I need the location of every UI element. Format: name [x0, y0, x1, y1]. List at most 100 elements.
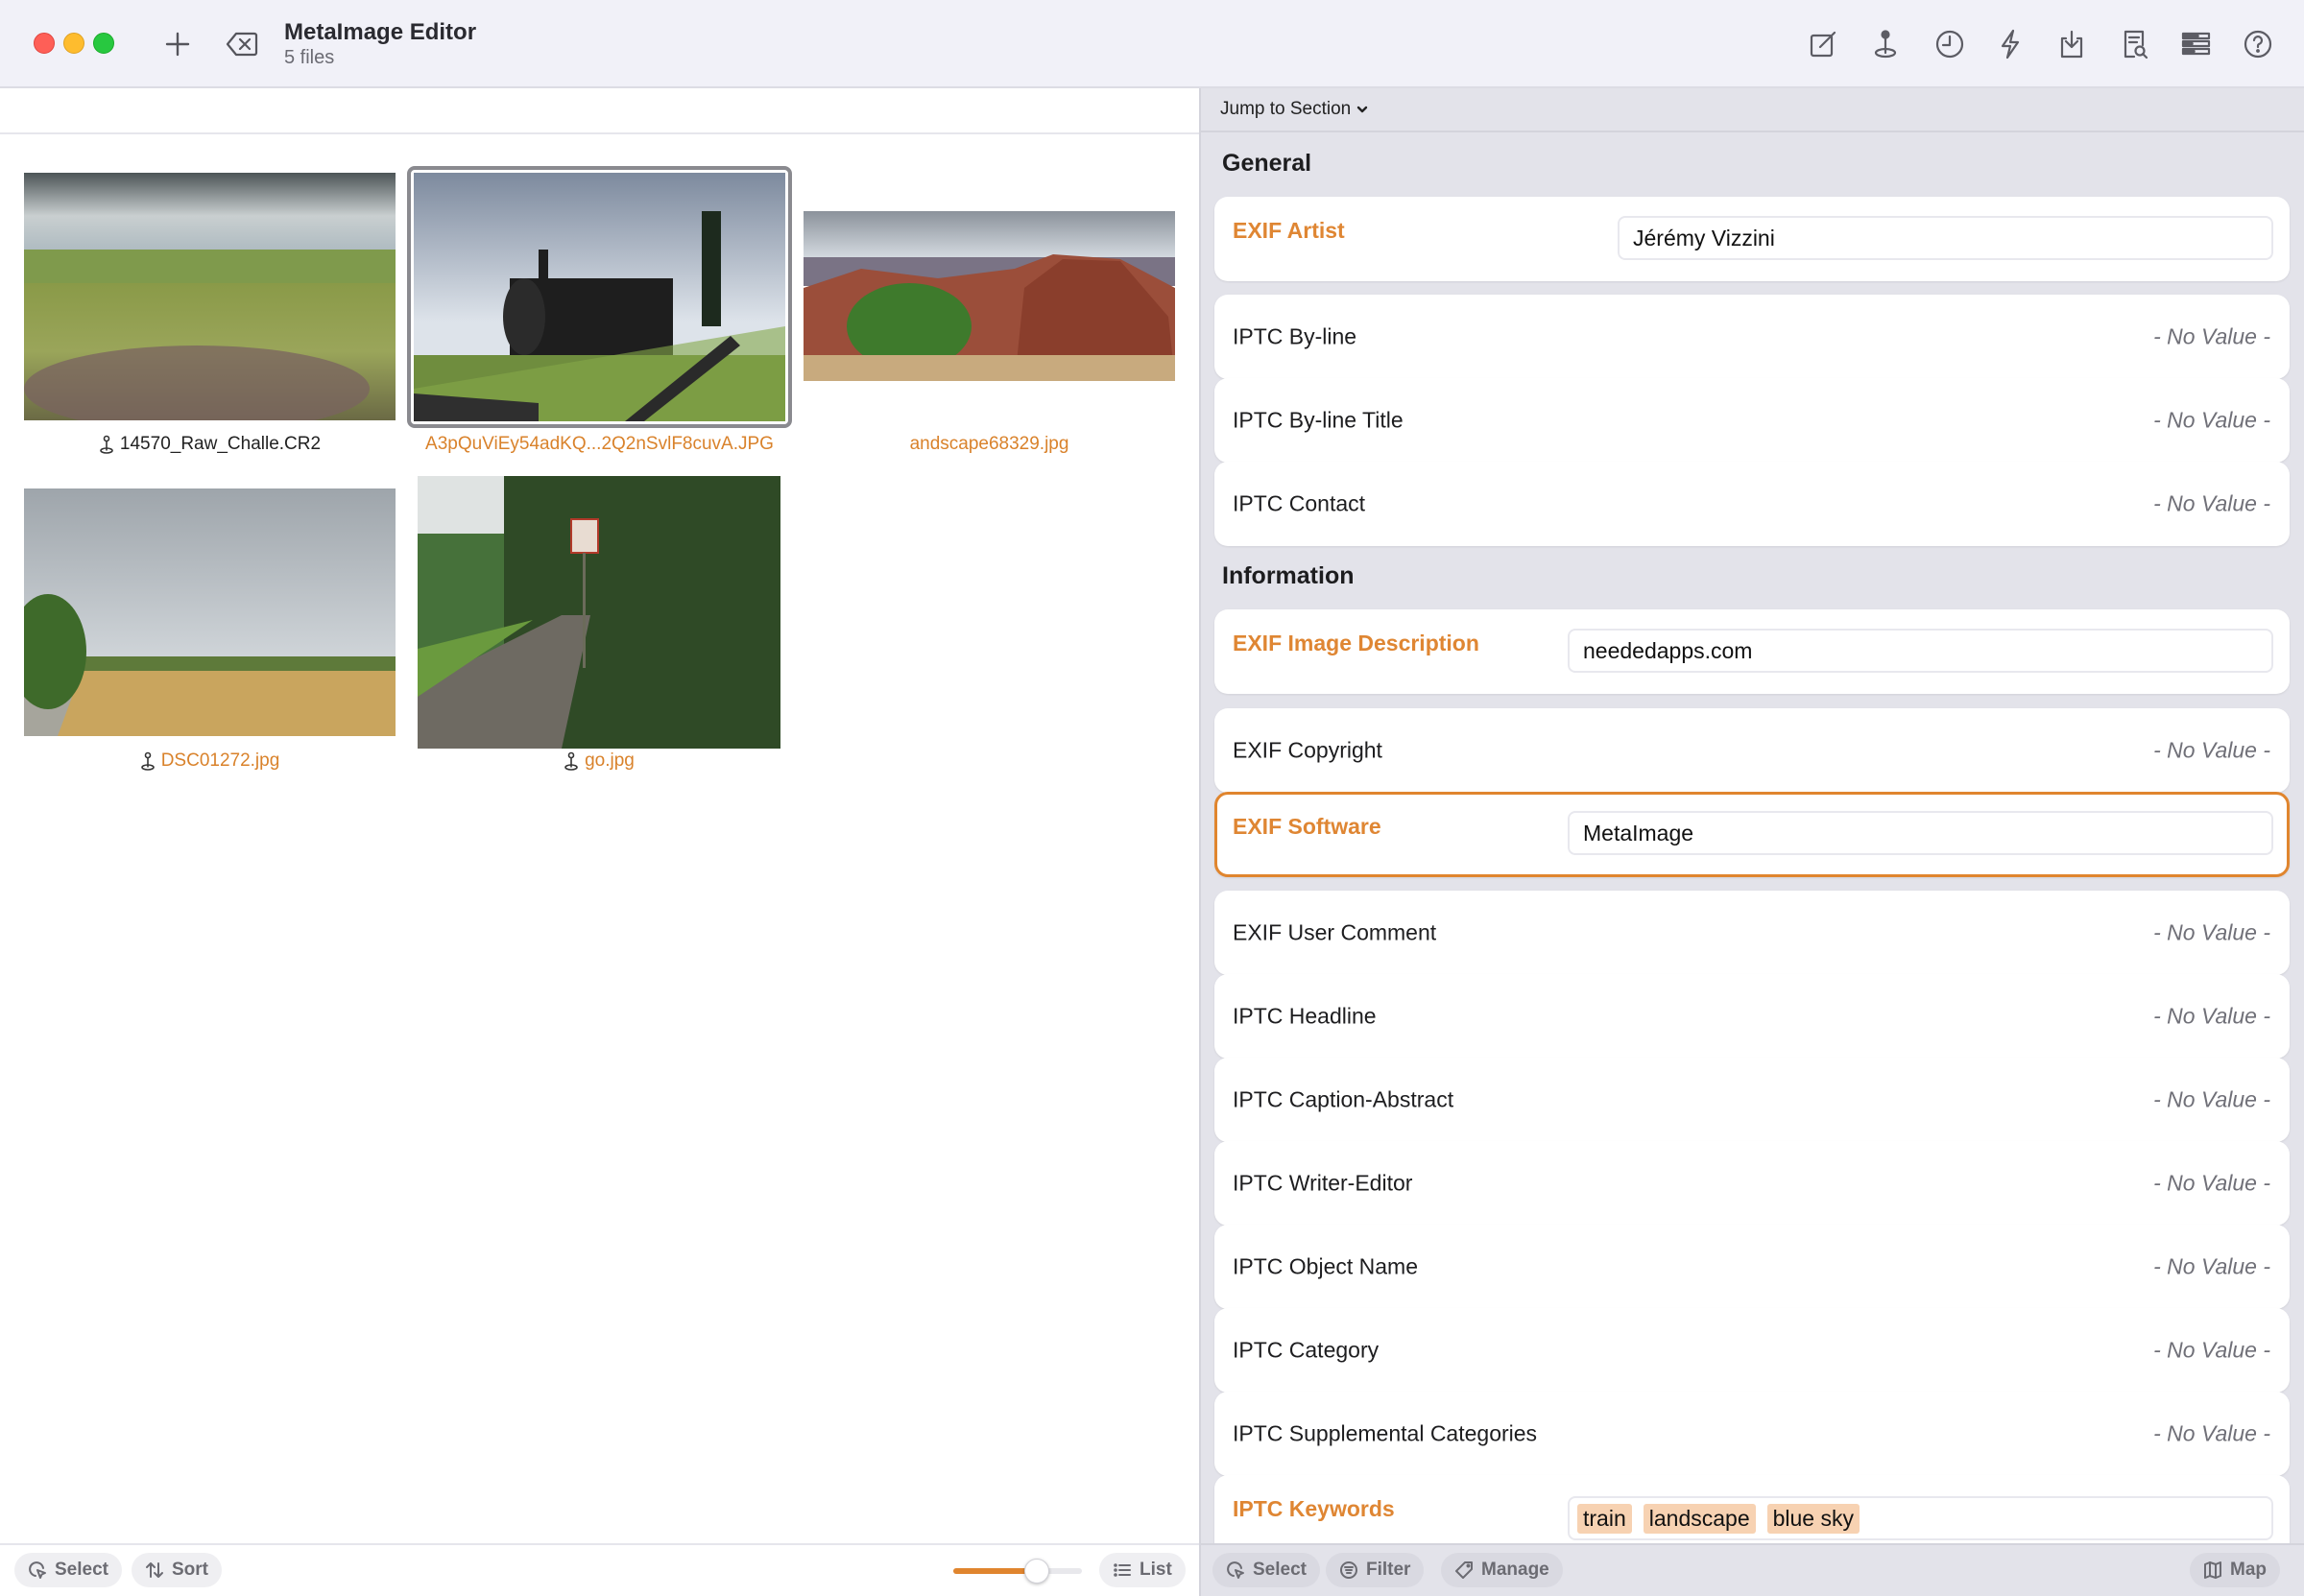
inspector-select-button[interactable]: Select — [1212, 1553, 1320, 1587]
select-button[interactable]: Select — [14, 1553, 122, 1587]
map-button[interactable]: Map — [2190, 1553, 2280, 1587]
no-value-placeholder: - No Value - — [2153, 323, 2270, 349]
field-label: EXIF Artist — [1233, 218, 1345, 243]
no-value-placeholder: - No Value - — [2153, 1170, 2270, 1196]
location-pin-icon — [99, 435, 114, 454]
filter-label: Filter — [1366, 1560, 1411, 1580]
select-label: Select — [1253, 1560, 1307, 1580]
edit-button[interactable] — [1803, 24, 1843, 64]
location-pin-icon — [140, 751, 156, 771]
filter-icon — [1340, 1561, 1357, 1579]
delete-left-icon — [226, 32, 258, 57]
file-caption[interactable]: DSC01272.jpg — [24, 750, 396, 772]
field-label: IPTC Caption-Abstract — [1233, 1086, 1454, 1112]
canyon-landscape-image — [804, 211, 1175, 381]
list-view-button[interactable]: List — [1099, 1553, 1186, 1587]
field-row-exif-artist[interactable]: EXIF Artist Jérémy Vizzini — [1214, 197, 2290, 281]
actions-button[interactable] — [1990, 24, 2030, 64]
iptc-keywords-token-field[interactable]: train landscape blue sky — [1568, 1496, 2273, 1540]
thumbnail-dsc01272[interactable] — [24, 488, 396, 736]
thumbnail-a3pquviey54adkq[interactable] — [414, 173, 785, 421]
field-value: MetaImage — [1583, 820, 1694, 846]
slider-knob[interactable] — [1024, 1559, 1050, 1584]
field-label: IPTC Keywords — [1233, 1496, 1395, 1521]
history-button[interactable] — [1930, 24, 1970, 64]
manage-button[interactable]: Manage — [1441, 1553, 1563, 1587]
import-icon — [2060, 30, 2083, 59]
field-label: EXIF User Comment — [1233, 919, 1437, 945]
add-files-button[interactable] — [158, 25, 197, 63]
field-label: IPTC Category — [1233, 1337, 1380, 1363]
inspect-button[interactable] — [2114, 24, 2154, 64]
no-value-placeholder: - No Value - — [2153, 1420, 2270, 1446]
field-row-iptc-byline[interactable]: IPTC By-line - No Value - — [1214, 295, 2290, 379]
field-row-iptc-caption-abstract[interactable]: IPTC Caption-Abstract - No Value - — [1214, 1058, 2290, 1142]
field-row-iptc-category[interactable]: IPTC Category - No Value - — [1214, 1308, 2290, 1393]
sort-label: Sort — [172, 1560, 208, 1580]
wheat-field-image — [24, 488, 396, 736]
plus-icon — [165, 32, 190, 57]
thumbnail-14570-raw-challe[interactable] — [24, 173, 396, 420]
file-name: andscape68329.jpg — [909, 434, 1069, 454]
field-row-iptc-byline-title[interactable]: IPTC By-line Title - No Value - — [1214, 378, 2290, 463]
field-value: neededapps.com — [1583, 637, 1753, 663]
location-button[interactable] — [1865, 24, 1906, 64]
keyword-tag[interactable]: blue sky — [1766, 1503, 1860, 1534]
field-label: IPTC By-line Title — [1233, 407, 1404, 433]
forest-path-image — [418, 476, 780, 749]
field-row-iptc-headline[interactable]: IPTC Headline - No Value - — [1214, 974, 2290, 1059]
no-value-placeholder: - No Value - — [2153, 1253, 2270, 1279]
title-bar: MetaImage Editor 5 files — [0, 0, 2304, 88]
no-value-placeholder: - No Value - — [2153, 1086, 2270, 1112]
file-caption[interactable]: andscape68329.jpg — [804, 434, 1175, 455]
thumbnail-go[interactable] — [418, 476, 780, 749]
field-row-iptc-writer-editor[interactable]: IPTC Writer-Editor - No Value - — [1214, 1141, 2290, 1226]
exif-image-description-input[interactable]: neededapps.com — [1568, 629, 2273, 673]
thumbnail-size-slider[interactable] — [953, 1559, 1082, 1584]
select-label: Select — [55, 1560, 108, 1580]
help-button[interactable] — [2238, 24, 2278, 64]
field-label: IPTC Supplemental Categories — [1233, 1420, 1538, 1446]
field-label: EXIF Image Description — [1233, 631, 1479, 655]
field-row-exif-image-description[interactable]: EXIF Image Description neededapps.com — [1214, 609, 2290, 694]
remove-files-button[interactable] — [223, 25, 261, 63]
field-row-exif-user-comment[interactable]: EXIF User Comment - No Value - — [1214, 891, 2290, 975]
jump-to-section-menu[interactable]: Jump to Section — [1201, 88, 2304, 132]
import-button[interactable] — [2052, 24, 2092, 64]
file-caption[interactable]: go.jpg — [418, 750, 780, 772]
map-icon — [2204, 1561, 2221, 1579]
filter-button[interactable]: Filter — [1326, 1553, 1425, 1587]
sort-button[interactable]: Sort — [132, 1553, 222, 1587]
field-row-exif-copyright[interactable]: EXIF Copyright - No Value - — [1214, 708, 2290, 793]
section-title-information: Information — [1222, 562, 1355, 589]
window-title-block: MetaImage Editor 5 files — [284, 19, 476, 69]
no-value-placeholder: - No Value - — [2153, 490, 2270, 516]
field-label: IPTC By-line — [1233, 323, 1357, 349]
moorland-landscape-image — [24, 173, 396, 420]
list-label: List — [1140, 1560, 1172, 1580]
keyword-tag[interactable]: train — [1577, 1503, 1632, 1534]
document-search-icon — [2124, 30, 2148, 60]
chevron-down-icon — [1357, 106, 1368, 113]
minimize-window-button[interactable] — [63, 33, 84, 54]
field-row-iptc-supplemental-categories[interactable]: IPTC Supplemental Categories - No Value … — [1214, 1392, 2290, 1476]
zoom-window-button[interactable] — [93, 33, 114, 54]
edit-icon — [1810, 31, 1836, 58]
thumbnail-andscape68329[interactable] — [804, 211, 1175, 381]
field-row-iptc-contact[interactable]: IPTC Contact - No Value - — [1214, 462, 2290, 546]
file-count: 5 files — [284, 47, 335, 68]
exif-software-input[interactable]: MetaImage — [1568, 811, 2273, 855]
section-title-general: General — [1222, 150, 1312, 177]
field-row-exif-software[interactable]: EXIF Software MetaImage — [1214, 792, 2290, 877]
keyword-tag[interactable]: landscape — [1643, 1503, 1756, 1534]
close-window-button[interactable] — [34, 33, 55, 54]
location-pin-icon — [564, 751, 579, 771]
file-caption[interactable]: 14570_Raw_Challe.CR2 — [24, 434, 396, 455]
field-row-iptc-object-name[interactable]: IPTC Object Name - No Value - — [1214, 1225, 2290, 1309]
exif-artist-input[interactable]: Jérémy Vizzini — [1618, 216, 2273, 260]
metadata-inspector: Jump to Section General EXIF Artist Jéré… — [1201, 88, 2304, 1596]
jump-label: Jump to Section — [1220, 99, 1352, 119]
file-caption[interactable]: A3pQuViEy54adKQ...2Q2nSvlF8cuvA.JPG — [407, 434, 792, 455]
fields-button[interactable] — [2175, 24, 2216, 64]
file-browser: 14570_Raw_Challe.CR2 A3pQuViEy54adKQ...2… — [0, 88, 1200, 1596]
